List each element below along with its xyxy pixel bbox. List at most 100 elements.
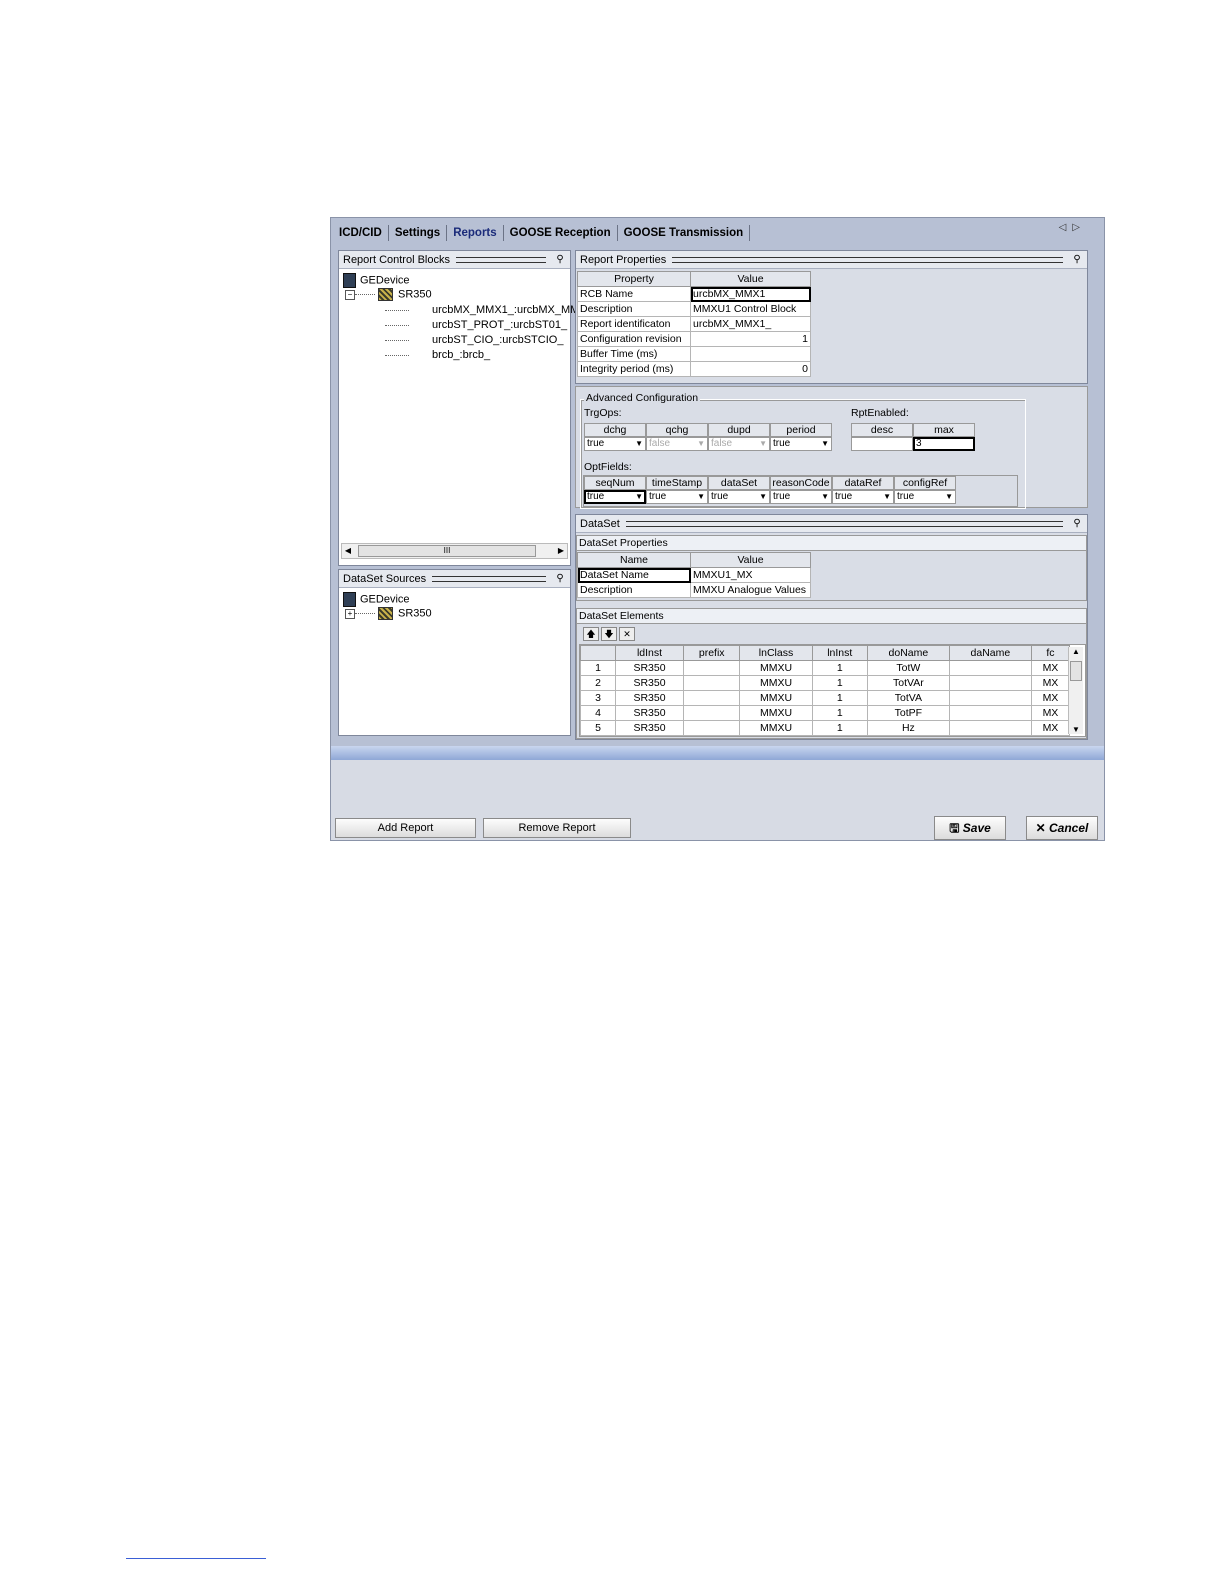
- remove-report-button[interactable]: Remove Report: [483, 818, 631, 838]
- scroll-right-icon[interactable]: ▶: [555, 544, 567, 557]
- cell[interactable]: SR350: [614, 675, 685, 691]
- chevron-down-icon[interactable]: ▼: [635, 438, 643, 450]
- tab-icd-cid[interactable]: ICD/CID: [333, 225, 389, 241]
- tree-item-rcb[interactable]: brcb_:brcb_: [385, 349, 490, 361]
- tree-node-ied[interactable]: + SR350: [345, 607, 432, 620]
- cell[interactable]: [683, 690, 741, 706]
- pin-icon[interactable]: ⚲: [554, 573, 566, 584]
- move-up-icon[interactable]: 🡅: [583, 627, 599, 641]
- expand-icon[interactable]: +: [345, 608, 355, 619]
- scroll-thumb[interactable]: III: [358, 545, 536, 557]
- cell[interactable]: 1: [811, 720, 868, 736]
- scroll-down-icon[interactable]: ▼: [1069, 725, 1083, 734]
- cell[interactable]: MMXU: [739, 660, 813, 676]
- qchg-select[interactable]: false ▼: [646, 437, 708, 451]
- table-row[interactable]: 1 SR350 MMXU 1 TotW MX: [580, 660, 1071, 676]
- property-value[interactable]: 1: [690, 331, 811, 347]
- property-value[interactable]: urcbMX_MMX1: [690, 286, 811, 302]
- cell[interactable]: MX: [1030, 675, 1071, 691]
- cell[interactable]: [683, 675, 741, 691]
- move-down-icon[interactable]: 🡇: [601, 627, 617, 641]
- cell[interactable]: MMXU: [739, 690, 813, 706]
- cell[interactable]: MX: [1030, 720, 1071, 736]
- tree-node-device[interactable]: GEDevice: [343, 273, 410, 288]
- chevron-down-icon[interactable]: ▼: [697, 491, 705, 503]
- chevron-down-icon[interactable]: ▼: [697, 438, 705, 450]
- property-value[interactable]: MMXU Analogue Values: [690, 582, 811, 598]
- rpt-desc-field[interactable]: [851, 437, 913, 451]
- property-row[interactable]: RCB Name urcbMX_MMX1: [577, 286, 811, 302]
- chevron-down-icon[interactable]: ▼: [883, 491, 891, 503]
- cell[interactable]: 1: [811, 690, 868, 706]
- cell[interactable]: MMXU: [739, 675, 813, 691]
- cell[interactable]: [683, 705, 741, 721]
- cell[interactable]: [948, 705, 1032, 721]
- add-report-button[interactable]: Add Report: [335, 818, 476, 838]
- tree-node-device[interactable]: GEDevice: [343, 592, 410, 607]
- cell[interactable]: MX: [1030, 705, 1071, 721]
- cell[interactable]: [948, 720, 1032, 736]
- cell[interactable]: [948, 675, 1032, 691]
- cancel-button[interactable]: ✕ Cancel: [1026, 816, 1098, 840]
- save-button[interactable]: 🖫 Save: [934, 816, 1006, 840]
- dchg-select[interactable]: true ▼: [584, 437, 646, 451]
- pin-icon[interactable]: ⚲: [1071, 518, 1083, 529]
- dataset-select[interactable]: true ▼: [708, 490, 770, 504]
- tree-item-rcb[interactable]: urcbST_PROT_:urcbST01_: [385, 319, 567, 331]
- tab-goose-reception[interactable]: GOOSE Reception: [504, 225, 618, 241]
- dataref-select[interactable]: true ▼: [832, 490, 894, 504]
- chevron-down-icon[interactable]: ▼: [759, 438, 767, 450]
- property-row[interactable]: Integrity period (ms) 0: [577, 361, 811, 377]
- chevron-down-icon[interactable]: ▼: [945, 491, 953, 503]
- collapse-icon[interactable]: −: [345, 289, 355, 300]
- cell[interactable]: TotVAr: [866, 675, 950, 691]
- tab-reports[interactable]: Reports: [447, 225, 504, 241]
- chevron-down-icon[interactable]: ▼: [821, 438, 829, 450]
- tab-goose-transmission[interactable]: GOOSE Transmission: [618, 225, 751, 241]
- tree-node-ied[interactable]: − SR350: [345, 288, 432, 301]
- table-row[interactable]: 3 SR350 MMXU 1 TotVA MX: [580, 690, 1071, 706]
- chevron-down-icon[interactable]: ▼: [821, 491, 829, 503]
- property-value[interactable]: urcbMX_MMX1_: [690, 316, 811, 332]
- dupd-select[interactable]: false ▼: [708, 437, 770, 451]
- cell[interactable]: SR350: [614, 660, 685, 676]
- property-value[interactable]: MMXU1_MX: [690, 567, 811, 583]
- delete-icon[interactable]: ✕: [619, 627, 635, 641]
- property-value[interactable]: MMXU1 Control Block: [690, 301, 811, 317]
- vertical-scrollbar[interactable]: ▲ ▼: [1068, 647, 1083, 734]
- tree-item-rcb[interactable]: urcbMX_MMX1_:urcbMX_MM: [385, 304, 579, 316]
- cell[interactable]: [683, 720, 741, 736]
- pin-icon[interactable]: ⚲: [554, 254, 566, 265]
- property-row[interactable]: Description MMXU1 Control Block: [577, 301, 811, 317]
- cell[interactable]: MMXU: [739, 705, 813, 721]
- cell[interactable]: SR350: [614, 690, 685, 706]
- cell[interactable]: [948, 660, 1032, 676]
- table-row[interactable]: 2 SR350 MMXU 1 TotVAr MX: [580, 675, 1071, 691]
- pin-icon[interactable]: ⚲: [1071, 254, 1083, 265]
- horizontal-scrollbar[interactable]: ◀ III ▶: [341, 543, 568, 559]
- cell[interactable]: 1: [811, 660, 868, 676]
- property-row[interactable]: DataSet Name MMXU1_MX: [577, 567, 811, 583]
- cell[interactable]: MMXU: [739, 720, 813, 736]
- property-row[interactable]: Report identificaton urcbMX_MMX1_: [577, 316, 811, 332]
- tree-item-rcb[interactable]: urcbST_CIO_:urcbSTCIO_: [385, 334, 563, 346]
- property-value[interactable]: [690, 346, 811, 362]
- cell[interactable]: TotVA: [866, 690, 950, 706]
- reasoncode-select[interactable]: true ▼: [770, 490, 832, 504]
- table-row[interactable]: 4 SR350 MMXU 1 TotPF MX: [580, 705, 1071, 721]
- property-row[interactable]: Description MMXU Analogue Values: [577, 582, 811, 598]
- chevron-down-icon[interactable]: ▼: [759, 491, 767, 503]
- cell[interactable]: [683, 660, 741, 676]
- timestamp-select[interactable]: true ▼: [646, 490, 708, 504]
- rpt-max-field[interactable]: 3: [913, 437, 975, 451]
- cell[interactable]: TotW: [866, 660, 950, 676]
- cell[interactable]: MX: [1030, 690, 1071, 706]
- cell[interactable]: [948, 690, 1032, 706]
- cell[interactable]: MX: [1030, 660, 1071, 676]
- property-row[interactable]: Buffer Time (ms): [577, 346, 811, 362]
- table-row[interactable]: 5 SR350 MMXU 1 Hz MX: [580, 720, 1071, 736]
- cell[interactable]: TotPF: [866, 705, 950, 721]
- scroll-thumb[interactable]: [1070, 661, 1082, 681]
- cell[interactable]: 1: [811, 705, 868, 721]
- property-value[interactable]: 0: [690, 361, 811, 377]
